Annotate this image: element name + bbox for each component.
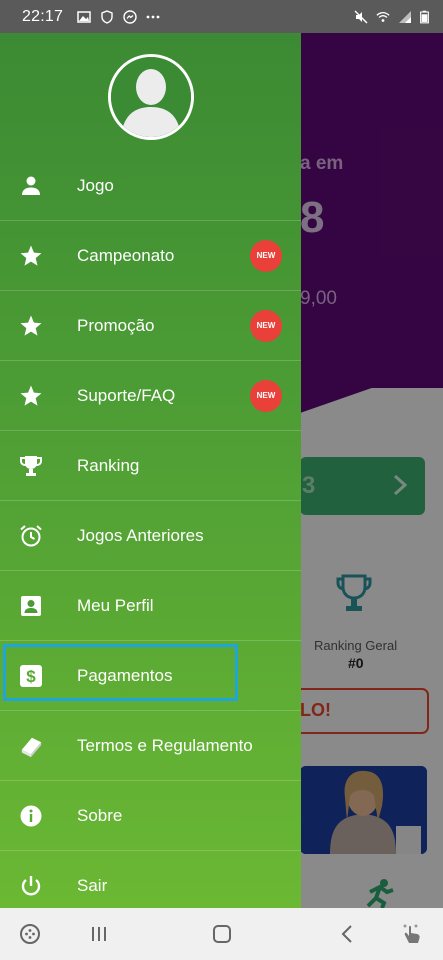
menu-label: Promoção [77, 315, 155, 335]
menu-label: Meu Perfil [77, 595, 154, 615]
assistant-icon[interactable] [400, 922, 424, 946]
menu-item-sobre[interactable]: Sobre [0, 781, 301, 851]
mute-icon [354, 10, 368, 23]
trophy-icon [19, 454, 43, 478]
svg-text:$: $ [26, 667, 36, 686]
menu-label: Sair [77, 875, 108, 895]
star-icon [19, 384, 43, 408]
menu-item-promocao[interactable]: Promoção NEW [0, 291, 301, 361]
new-badge: NEW [250, 379, 282, 412]
drawer-menu: Jogo Campeonato NEW Promoção NEW Suporte… [0, 151, 301, 921]
menu-label: Jogos Anteriores [77, 525, 204, 545]
menu-label: Termos e Regulamento [77, 735, 253, 755]
person-icon [19, 174, 43, 198]
avatar[interactable] [108, 54, 194, 140]
signal-icon [399, 10, 411, 23]
battery-icon [420, 10, 429, 23]
menu-item-suporte-faq[interactable]: Suporte/FAQ NEW [0, 361, 301, 431]
menu-item-pagamentos[interactable]: $ Pagamentos [0, 641, 301, 711]
menu-label: Suporte/FAQ [77, 385, 176, 405]
info-icon [19, 804, 43, 828]
messenger-icon [123, 9, 137, 24]
gallery-icon [77, 10, 91, 23]
status-bar: 22:17 [0, 0, 443, 33]
home-icon[interactable] [210, 922, 234, 946]
new-badge: NEW [250, 309, 282, 342]
more-icon [146, 15, 160, 18]
system-nav-bar [0, 908, 443, 960]
menu-label: Campeonato [77, 245, 175, 265]
star-icon [19, 314, 43, 338]
menu-item-jogo[interactable]: Jogo [0, 151, 301, 221]
recents-icon[interactable] [87, 922, 111, 946]
game-launcher-icon[interactable] [18, 922, 42, 946]
menu-label: Sobre [77, 805, 123, 825]
menu-item-ranking[interactable]: Ranking [0, 431, 301, 501]
menu-label: Ranking [77, 455, 140, 475]
alarm-icon [19, 524, 43, 548]
menu-item-termos-e-regulamento[interactable]: Termos e Regulamento [0, 711, 301, 781]
status-time: 22:17 [22, 7, 64, 25]
book-icon [19, 734, 43, 758]
new-badge: NEW [250, 239, 282, 272]
wifi-icon [376, 11, 390, 22]
menu-label: Jogo [77, 175, 114, 195]
profile-card-icon [19, 594, 43, 618]
shield-icon [101, 9, 113, 24]
power-icon [19, 874, 43, 898]
menu-item-jogos-anteriores[interactable]: Jogos Anteriores [0, 501, 301, 571]
menu-label: Pagamentos [77, 665, 173, 685]
user-silhouette-icon [111, 57, 191, 137]
menu-item-campeonato[interactable]: Campeonato NEW [0, 221, 301, 291]
back-icon[interactable] [335, 922, 359, 946]
dollar-icon: $ [19, 664, 43, 688]
star-icon [19, 244, 43, 268]
menu-item-meu-perfil[interactable]: Meu Perfil [0, 571, 301, 641]
navigation-drawer: Jogo Campeonato NEW Promoção NEW Suporte… [0, 33, 301, 921]
